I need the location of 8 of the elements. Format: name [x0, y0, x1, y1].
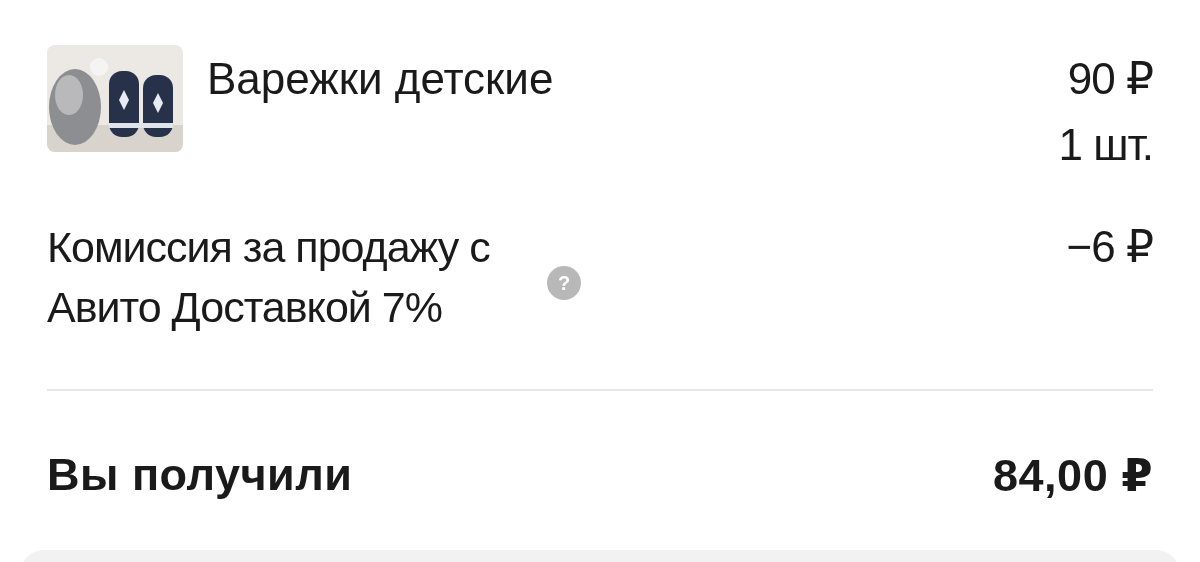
- help-button[interactable]: ?: [547, 266, 581, 300]
- item-price: 90 ₽: [1067, 53, 1153, 105]
- commission-amount: −6 ₽: [1066, 221, 1153, 273]
- item-title: Варежки детские: [207, 53, 555, 105]
- item-quantity: 1 шт.: [1058, 119, 1153, 171]
- commission-label: Комиссия за продажу с Авито Доставкой 7%: [47, 222, 491, 333]
- total-amount: 84,00 ₽: [993, 448, 1153, 502]
- total-label: Вы получили: [47, 449, 353, 501]
